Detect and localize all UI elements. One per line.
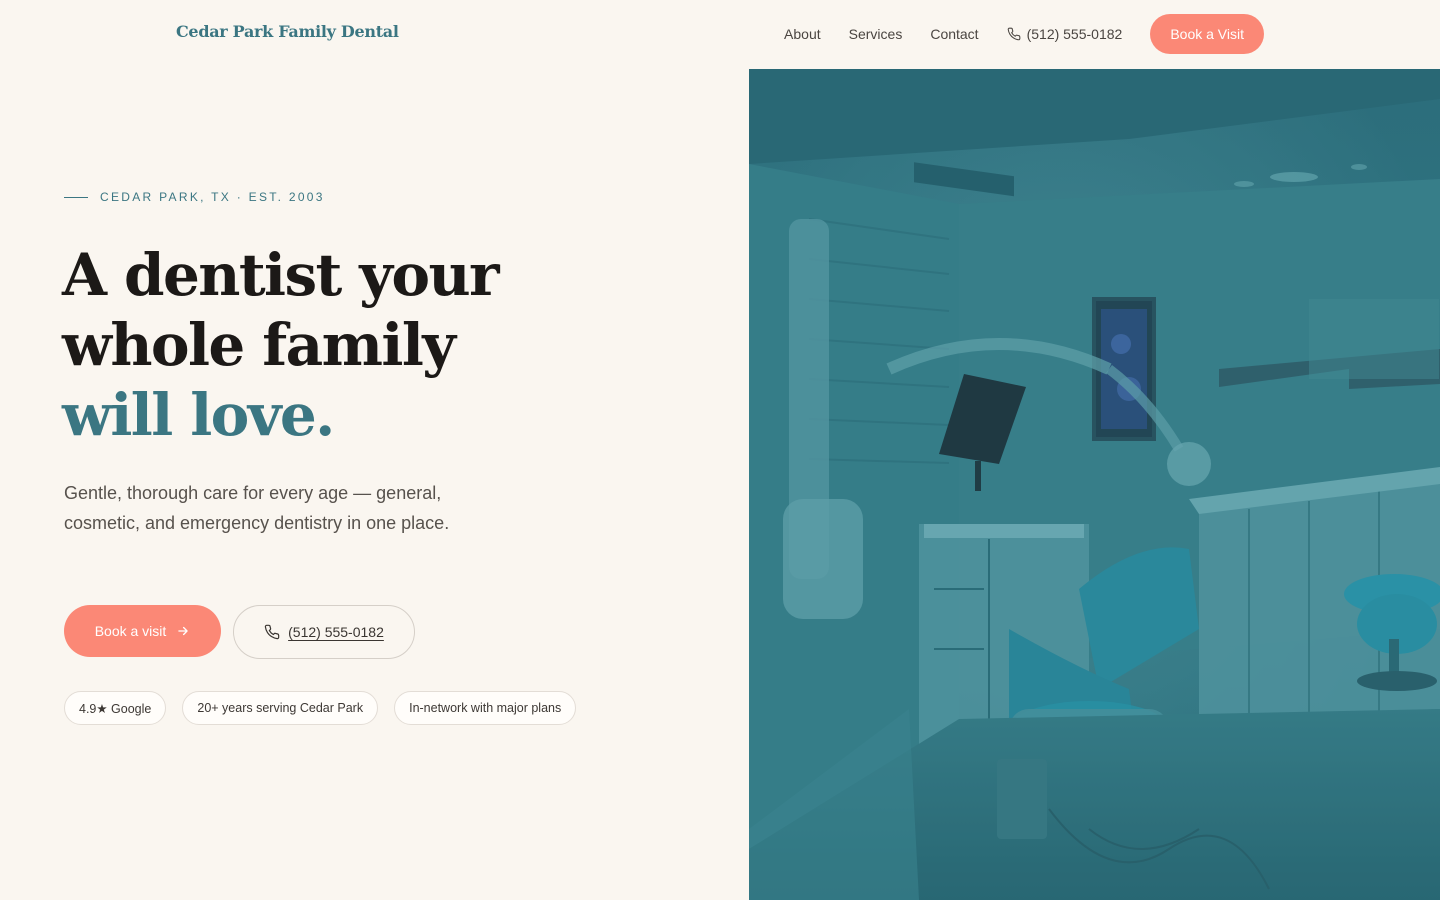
nav-contact[interactable]: Contact — [930, 26, 978, 42]
book-visit-label: Book a visit — [94, 623, 167, 639]
years-badge: 20+ years serving Cedar Park — [182, 691, 379, 725]
book-visit-button[interactable]: Book a visit — [64, 605, 221, 657]
hero-cta-row: Book a visit (512) 555-0182 — [64, 605, 415, 659]
headline-accent: will love. — [62, 381, 335, 449]
nav-services[interactable]: Services — [849, 26, 903, 42]
hero-headline: A dentist your whole family will love. — [62, 240, 662, 450]
hero-description: Gentle, thorough care for every age — ge… — [64, 483, 450, 533]
insurance-badge: In-network with major plans — [394, 691, 577, 725]
book-visit-nav-button[interactable]: Book a Visit — [1150, 14, 1264, 54]
call-phone-button[interactable]: (512) 555-0182 — [233, 605, 415, 659]
main-nav: About Services Contact (512) 555-0182 Bo… — [784, 14, 1264, 54]
site-header: Cedar Park Family Dental About Services … — [0, 0, 1440, 69]
nav-about[interactable]: About — [784, 26, 821, 42]
dental-office-photo — [749, 69, 1440, 900]
phone-icon — [264, 624, 280, 640]
landing-page: Cedar Park Family Dental About Services … — [0, 0, 1440, 900]
headline-line-2: whole family — [62, 311, 456, 379]
rating-badge: 4.9★ Google — [64, 691, 167, 725]
arrow-right-icon — [178, 626, 189, 636]
hero-image — [749, 69, 1440, 900]
nav-phone-number: (512) 555-0182 — [1026, 26, 1123, 42]
location-eyebrow: CEDAR PARK, TX · EST. 2003 — [64, 190, 325, 204]
headline-line-1: A dentist your — [62, 241, 500, 309]
phone-icon — [1007, 27, 1020, 41]
eyebrow-rule — [64, 196, 88, 198]
nav-phone-link[interactable]: (512) 555-0182 — [1007, 26, 1123, 42]
trust-badges: 4.9★ Google 20+ years serving Cedar Park… — [64, 691, 577, 725]
call-phone-number: (512) 555-0182 — [288, 624, 384, 640]
eyebrow-text: CEDAR PARK, TX · EST. 2003 — [100, 190, 325, 204]
site-logo[interactable]: Cedar Park Family Dental — [176, 22, 399, 41]
